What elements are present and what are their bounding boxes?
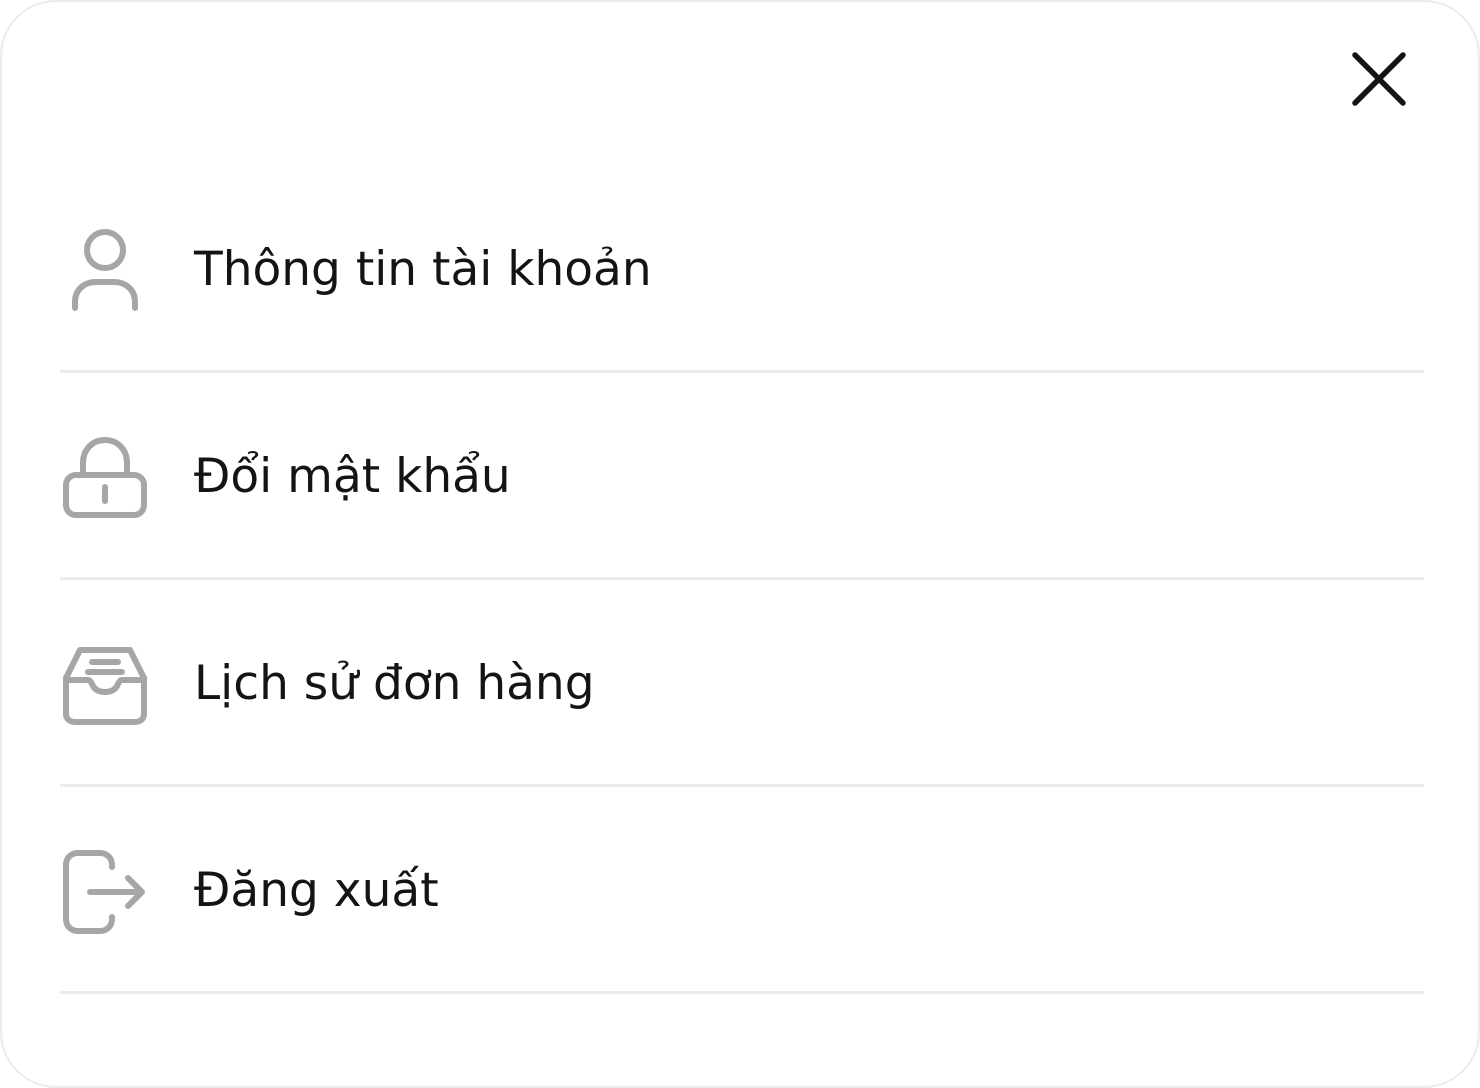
logout-icon (60, 849, 150, 935)
menu-item-change-password[interactable]: Đổi mật khẩu (60, 373, 1424, 580)
menu-item-order-history[interactable]: Lịch sử đơn hàng (60, 580, 1424, 787)
menu-item-label: Thông tin tài khoản (194, 242, 652, 297)
account-menu: Thông tin tài khoản Đổi mật khẩu Lịch sử… (60, 166, 1424, 994)
close-button[interactable] (1344, 44, 1414, 114)
menu-item-logout[interactable]: Đăng xuất (60, 787, 1424, 994)
menu-item-label: Đổi mật khẩu (194, 449, 511, 504)
user-icon (60, 228, 150, 314)
inbox-icon (60, 642, 150, 728)
account-menu-sheet: Thông tin tài khoản Đổi mật khẩu Lịch sử… (0, 0, 1480, 1088)
menu-item-label: Đăng xuất (194, 863, 439, 918)
menu-item-account-info[interactable]: Thông tin tài khoản (60, 166, 1424, 373)
menu-item-label: Lịch sử đơn hàng (194, 656, 595, 711)
lock-icon (60, 435, 150, 521)
close-icon (1352, 52, 1406, 106)
